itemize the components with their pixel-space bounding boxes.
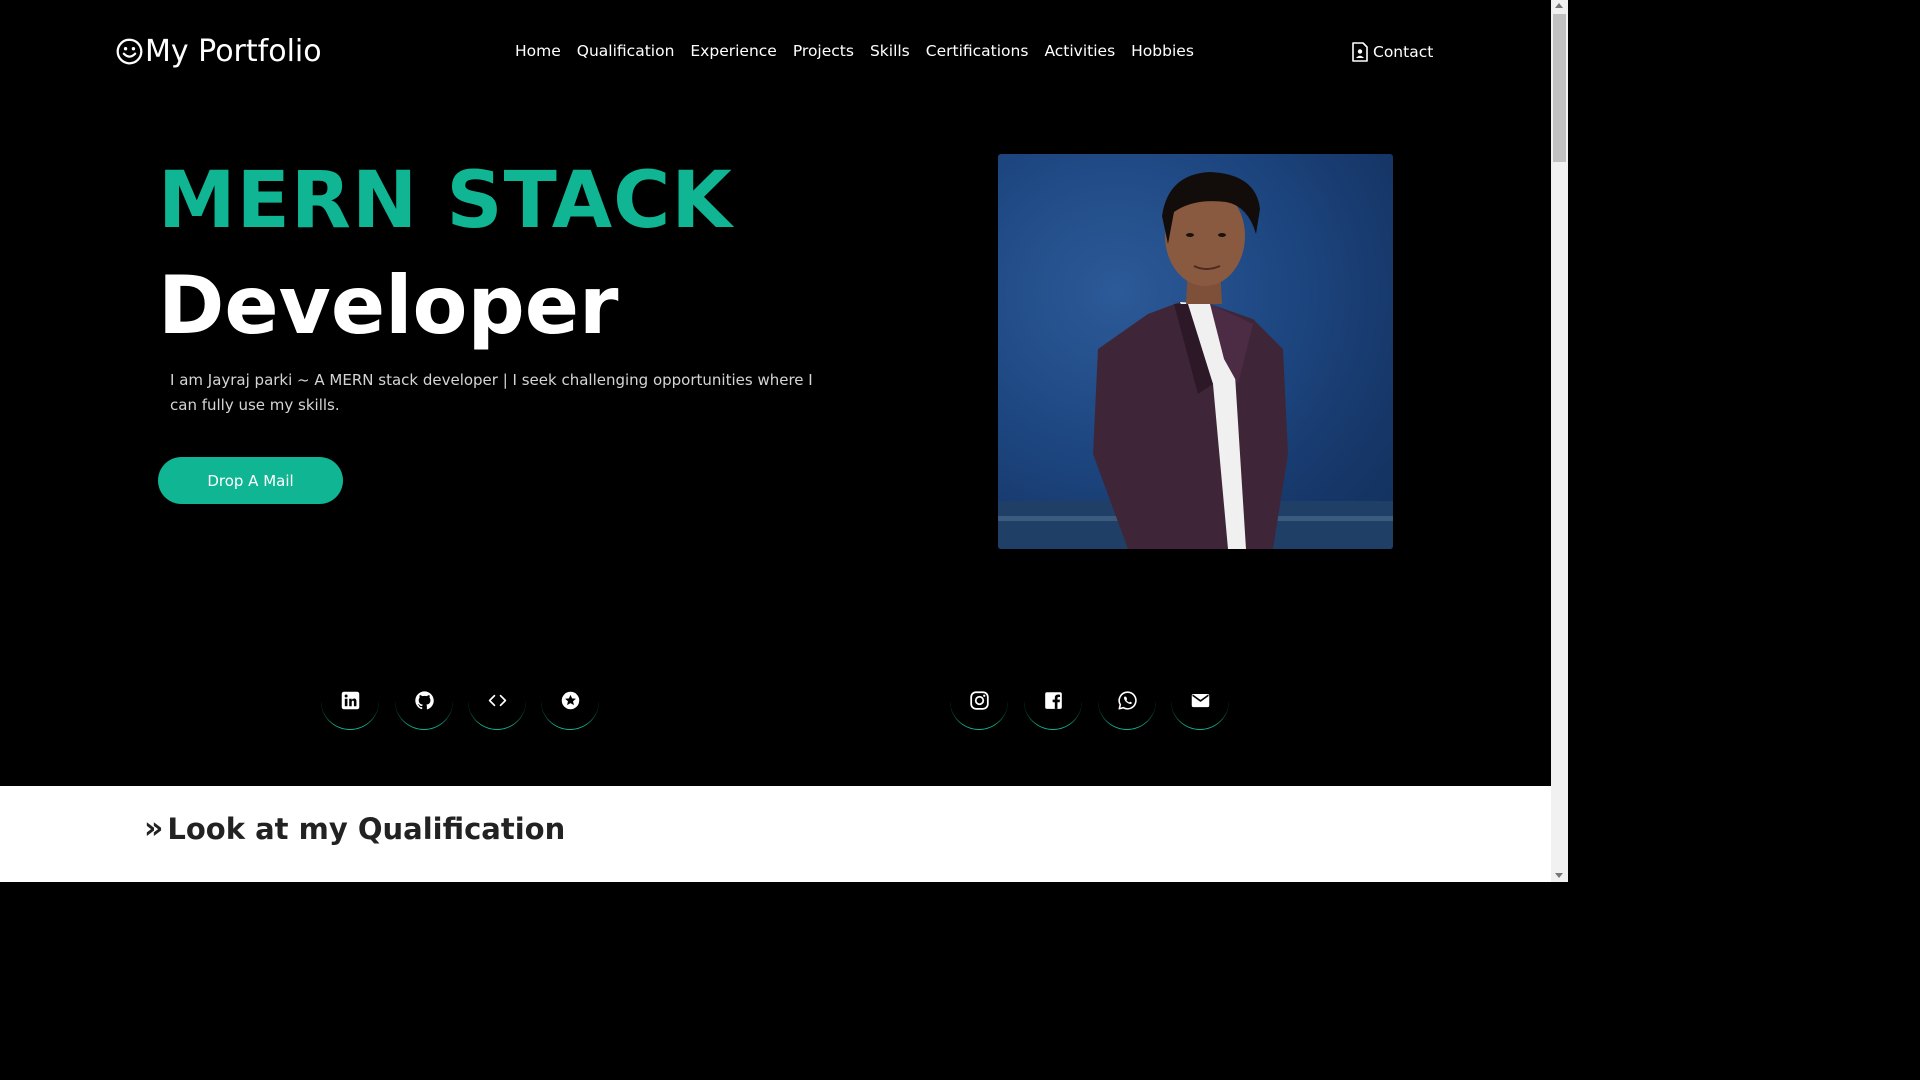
scrollbar[interactable] — [1551, 0, 1568, 882]
smiley-icon — [116, 38, 143, 65]
instagram-button[interactable] — [950, 672, 1008, 730]
double-chevron-right-icon: » — [144, 811, 164, 846]
github-icon — [414, 691, 434, 710]
linkedin-button[interactable] — [321, 672, 379, 730]
nav-certifications[interactable]: Certifications — [926, 42, 1029, 60]
drop-mail-button[interactable]: Drop A Mail — [158, 457, 343, 504]
nav-home[interactable]: Home — [515, 42, 561, 60]
whatsapp-button[interactable] — [1098, 672, 1156, 730]
nav-skills[interactable]: Skills — [870, 42, 910, 60]
qualification-section: » Look at my Qualification — [0, 786, 1551, 882]
nav-activities[interactable]: Activities — [1044, 42, 1115, 60]
nav-qualification[interactable]: Qualification — [577, 42, 675, 60]
scroll-down-arrow[interactable] — [1555, 873, 1563, 878]
facebook-icon — [1044, 692, 1062, 709]
section-title: » Look at my Qualification — [144, 812, 565, 846]
contact-label: Contact — [1373, 43, 1434, 61]
section-title-text: Look at my Qualification — [167, 812, 566, 846]
hero-title-line2: Developer — [158, 259, 619, 352]
facebook-button[interactable] — [1024, 672, 1082, 730]
instagram-icon — [969, 691, 989, 710]
profile-photo — [998, 154, 1393, 549]
brand-text: My Portfolio — [145, 34, 322, 69]
code-button[interactable] — [468, 672, 526, 730]
hero-description: I am Jayraj parki ~ A MERN stack develop… — [170, 371, 813, 414]
github-button[interactable] — [395, 672, 453, 730]
badge-button[interactable] — [541, 672, 599, 730]
nav-experience[interactable]: Experience — [690, 42, 776, 60]
code-icon — [488, 694, 506, 707]
contact-link[interactable]: Contact — [1351, 42, 1433, 62]
document-person-icon — [1352, 42, 1368, 62]
star-badge-icon — [561, 691, 579, 710]
whatsapp-icon — [1117, 691, 1137, 710]
linkedin-icon — [341, 691, 359, 710]
brand[interactable]: My Portfolio — [116, 34, 322, 69]
navbar: My Portfolio Home Qualification Experien… — [0, 0, 1551, 106]
scroll-up-arrow[interactable] — [1555, 3, 1563, 8]
nav-hobbies[interactable]: Hobbies — [1131, 42, 1194, 60]
mail-icon — [1191, 693, 1209, 708]
scroll-thumb[interactable] — [1553, 14, 1566, 162]
hero-title-line1: MERN STACK — [158, 156, 733, 246]
nav-links: Home Qualification Experience Projects S… — [515, 42, 1194, 60]
nav-projects[interactable]: Projects — [793, 42, 854, 60]
mail-button[interactable] — [1171, 672, 1229, 730]
